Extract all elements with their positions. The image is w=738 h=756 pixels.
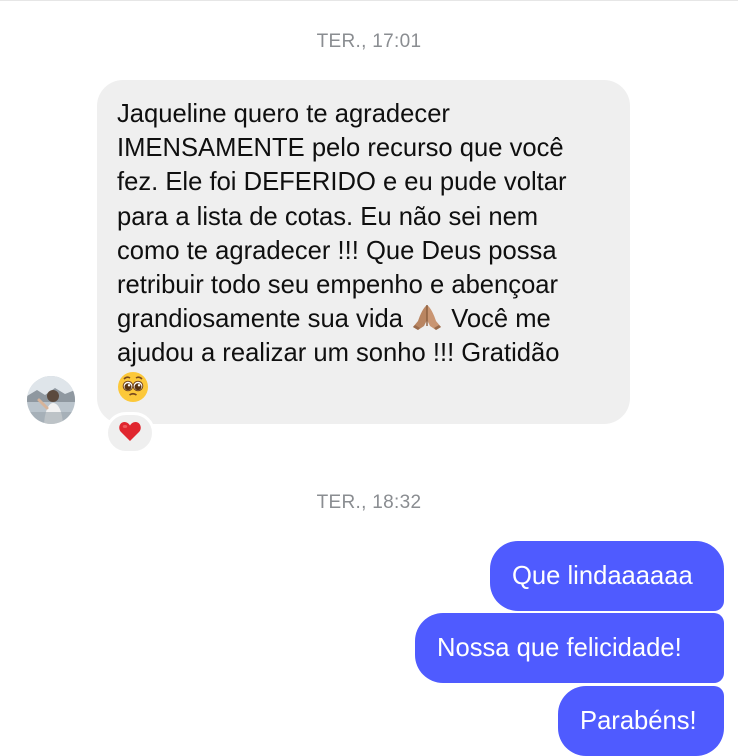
timestamp: TER., 17:01 bbox=[316, 31, 422, 52]
heart-icon bbox=[118, 420, 142, 447]
outgoing-message-bubble[interactable]: Parabéns! bbox=[558, 686, 724, 756]
message-text-part-1: Jaqueline quero te agradecer IMENSAMENTE… bbox=[117, 100, 567, 334]
timestamp: TER., 18:32 bbox=[316, 492, 422, 513]
outgoing-message-bubble[interactable]: Que lindaaaaaa bbox=[490, 541, 724, 611]
folded-hands-icon bbox=[410, 302, 444, 332]
top-divider bbox=[0, 0, 738, 1]
outgoing-message-bubble[interactable]: Nossa que felicidade! bbox=[415, 613, 724, 683]
pleading-face-icon bbox=[117, 371, 149, 403]
incoming-message-bubble[interactable]: Jaqueline quero te agradecer IMENSAMENTE… bbox=[97, 80, 630, 424]
message-reaction[interactable] bbox=[105, 412, 155, 454]
avatar[interactable] bbox=[27, 376, 75, 424]
incoming-message-text: Jaqueline quero te agradecer IMENSAMENTE… bbox=[117, 97, 610, 407]
